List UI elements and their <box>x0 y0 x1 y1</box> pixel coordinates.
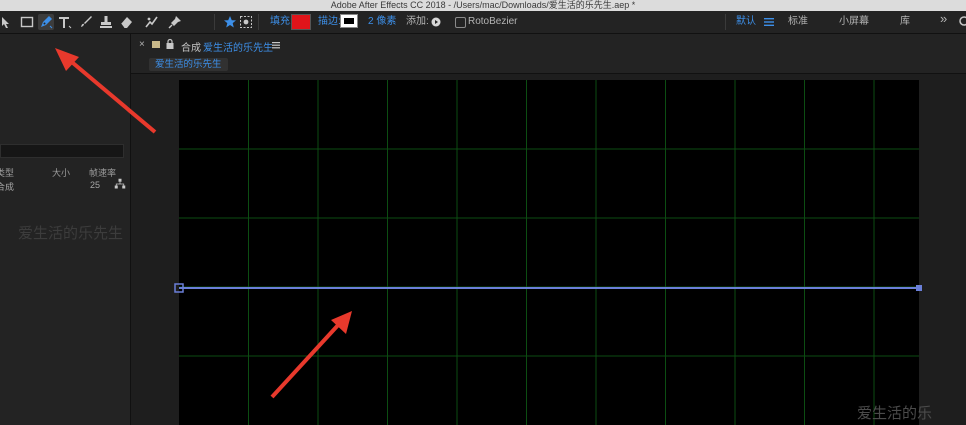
column-header-type[interactable]: 类型 <box>0 166 14 179</box>
brush-tool-icon[interactable] <box>78 14 94 30</box>
eraser-tool-icon[interactable] <box>118 14 134 30</box>
workspace-standard[interactable]: 标准 <box>788 15 808 29</box>
add-vertex-dropdown-icon[interactable] <box>428 14 444 30</box>
fill-label[interactable]: 填充: <box>270 15 293 29</box>
rectangle-tool-icon[interactable] <box>19 14 35 30</box>
pen-tool-icon[interactable] <box>38 14 54 30</box>
panel-menu-icon[interactable] <box>271 39 281 51</box>
composition-canvas-svg[interactable] <box>131 74 966 425</box>
project-panel: 类型 大小 帧速率 合成 25 爱生活的乐先生 <box>0 34 131 425</box>
toolbar-divider <box>725 14 726 30</box>
column-header-fps[interactable]: 帧速率 <box>89 166 116 179</box>
window-title-bar: Adobe After Effects CC 2018 - /Users/mac… <box>0 0 966 11</box>
stroke-width-value[interactable]: 2 像素 <box>368 15 396 29</box>
composition-breadcrumb-bar: 爱生活的乐先生 <box>131 56 966 74</box>
path-vertex-end[interactable] <box>916 285 922 291</box>
search-help-icon[interactable] <box>957 14 966 30</box>
clone-stamp-tool-icon[interactable] <box>98 14 114 30</box>
workspace-libraries[interactable]: 库 <box>900 15 910 29</box>
stroke-label[interactable]: 描边: <box>318 15 341 29</box>
puppet-pin-tool-icon[interactable] <box>167 14 183 30</box>
watermark-bottom-right: 爱生活的乐 <box>857 405 933 422</box>
watermark-text: 爱生活的乐先生 <box>18 225 124 242</box>
composition-tab-name[interactable]: 爱生活的乐先生 <box>203 39 273 54</box>
tools-toolbar: 填充: 描边: 2 像素 添加: RotoBezier 默认 标准 小屏幕 库 … <box>0 11 966 34</box>
roto-brush-tool-icon[interactable] <box>144 14 160 30</box>
window-title: Adobe After Effects CC 2018 - /Users/mac… <box>330 0 636 10</box>
workspace-menu-icon[interactable] <box>761 14 777 30</box>
hand-tool-icon[interactable] <box>0 14 16 30</box>
workspace-default[interactable]: 默认 <box>736 15 756 29</box>
fill-color-swatch[interactable] <box>291 14 311 30</box>
project-item-fps: 25 <box>90 180 101 190</box>
panel-color-label-icon <box>152 41 160 48</box>
rotobezier-label: RotoBezier <box>468 16 518 27</box>
close-icon[interactable]: × <box>139 39 145 50</box>
project-search-input[interactable] <box>0 144 124 158</box>
toolbar-divider <box>214 14 215 30</box>
toolbar-divider <box>258 14 259 30</box>
stroke-color-swatch[interactable] <box>340 14 358 28</box>
mask-feather-icon[interactable] <box>238 14 254 30</box>
workspace-small-screen[interactable]: 小屏幕 <box>839 15 869 29</box>
composition-viewer[interactable] <box>131 74 966 425</box>
composition-tab-prefix: 合成 <box>181 43 201 54</box>
workspace-overflow-button[interactable]: » <box>940 12 947 26</box>
type-tool-icon[interactable] <box>57 14 73 30</box>
project-item-type[interactable]: 合成 <box>0 180 14 193</box>
composition-canvas[interactable] <box>179 80 919 425</box>
rotobezier-checkbox[interactable] <box>455 17 466 28</box>
composition-breadcrumb[interactable]: 爱生活的乐先生 <box>149 58 228 71</box>
add-label: 添加: <box>406 16 429 27</box>
column-header-size[interactable]: 大小 <box>52 166 70 179</box>
lock-icon[interactable] <box>165 38 175 50</box>
flowchart-icon[interactable] <box>114 178 126 190</box>
composition-tab-bar: × 合成 爱生活的乐先生 <box>131 34 966 56</box>
star-icon[interactable] <box>222 14 238 30</box>
